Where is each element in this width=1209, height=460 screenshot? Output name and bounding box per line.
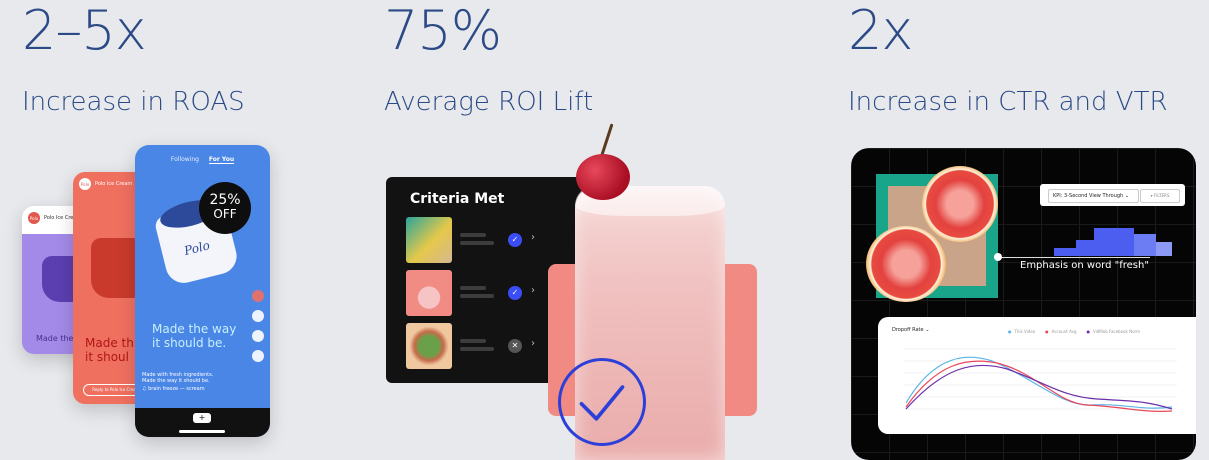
thumbnail-milkshake — [406, 270, 452, 316]
phone-tagline: Made the way it should be. — [152, 322, 237, 350]
chevron-down-icon: ⌄ — [1124, 193, 1130, 199]
emphasis-label: Emphasis on word "fresh" — [1020, 260, 1149, 271]
attention-bars — [1020, 228, 1176, 256]
stat-ctr-value: 2x — [848, 0, 913, 62]
grapefruit-image — [866, 226, 946, 302]
emphasis-line — [998, 257, 1150, 258]
bar — [1076, 240, 1094, 256]
criteria-row[interactable]: ✓ › — [406, 270, 566, 316]
chevron-right-icon[interactable]: › — [531, 232, 535, 243]
action-rail — [252, 290, 264, 362]
dropoff-chart-card: Dropoff Rate ⌄ This Video Account Avg Vi… — [878, 317, 1196, 434]
badge-off: OFF — [213, 207, 237, 221]
tab-for-you[interactable]: For You — [208, 156, 235, 164]
chevron-down-icon: ⌄ — [925, 327, 930, 333]
account-name: Polo Ice Cream — [95, 181, 133, 187]
thumbnail-workout — [406, 217, 452, 263]
avatar: Polo — [28, 212, 40, 224]
legend-this-video[interactable]: This Video — [1008, 329, 1036, 334]
phone-ad-main: Following For You Polo Made the way it s… — [135, 145, 270, 437]
criteria-row[interactable]: ✓ › — [406, 217, 566, 263]
bar — [1094, 228, 1134, 256]
check-icon: ✓ — [508, 233, 522, 247]
caption-text: Made with fresh ingredients. Made the wa… — [142, 372, 214, 384]
share-icon[interactable] — [252, 350, 264, 362]
cherry-image — [576, 154, 630, 200]
feed-tabs: Following For You — [135, 156, 270, 164]
line-vidmob-norm — [905, 364, 1173, 410]
home-indicator — [179, 430, 225, 433]
kpi-toolbar: KPI: 3-Second View Through ⌄ ▾ FILTERS — [1040, 184, 1185, 206]
dropoff-line-chart — [904, 348, 1177, 412]
chart-legend: This Video Account Avg VidMob Facebook N… — [1008, 329, 1140, 334]
stat-roas-label: Increase in ROAS — [22, 87, 245, 117]
bar — [1156, 242, 1172, 256]
ad-card-header: Polo Polo Ice Cream — [79, 178, 132, 190]
stat-ctr-label: Increase in CTR and VTR — [848, 87, 1168, 117]
stat-roi-value: 75% — [384, 0, 502, 62]
thumbnail-salad — [406, 323, 452, 369]
criteria-title: Criteria Met — [410, 191, 505, 207]
bar — [1054, 248, 1076, 256]
emphasis-marker — [994, 253, 1002, 261]
profile-icon[interactable] — [252, 290, 264, 302]
filters-label: FILTERS — [1153, 193, 1170, 198]
stat-roas-value: 2–5x — [22, 0, 147, 62]
criteria-row[interactable]: ✕ › — [406, 323, 566, 369]
big-check-icon — [558, 358, 646, 446]
chart-title[interactable]: Dropoff Rate ⌄ — [892, 327, 929, 333]
chevron-right-icon[interactable]: › — [531, 285, 535, 296]
badge-percent: 25% — [209, 192, 241, 208]
bar — [1134, 234, 1156, 256]
kpi-select[interactable]: KPI: 3-Second View Through ⌄ — [1048, 189, 1139, 203]
chart-gridlines — [904, 348, 1177, 410]
phone-nav-bar: + — [135, 408, 270, 437]
brand-logo: Polo — [182, 238, 212, 259]
legend-account-avg[interactable]: Account Avg — [1045, 329, 1077, 334]
create-plus-icon[interactable]: + — [193, 413, 211, 423]
chevron-right-icon[interactable]: › — [531, 338, 535, 349]
stat-roi-label: Average ROI Lift — [384, 87, 594, 117]
sound-label[interactable]: ♫ brain freeze — scream — [142, 386, 213, 392]
ad-tagline: Made th it shoul — [85, 336, 134, 364]
kpi-select-label: KPI: 3-Second View Through — [1053, 193, 1124, 199]
filters-button[interactable]: ▾ FILTERS — [1140, 189, 1180, 203]
comment-icon[interactable] — [252, 330, 264, 342]
heart-icon[interactable] — [252, 310, 264, 322]
tab-following[interactable]: Following — [171, 156, 199, 163]
ad-tagline: Made the — [36, 334, 74, 343]
x-icon: ✕ — [508, 339, 522, 353]
check-icon: ✓ — [508, 286, 522, 300]
avatar: Polo — [79, 178, 91, 190]
grapefruit-image — [922, 166, 998, 242]
legend-vidmob-norm[interactable]: VidMob Facebook Norm — [1087, 329, 1140, 334]
discount-badge: 25% OFF — [199, 182, 251, 234]
chart-title-text: Dropoff Rate — [892, 327, 924, 333]
filter-icon: ▾ — [1150, 193, 1153, 198]
post-caption: Made with fresh ingredients. Made the wa… — [142, 372, 213, 392]
